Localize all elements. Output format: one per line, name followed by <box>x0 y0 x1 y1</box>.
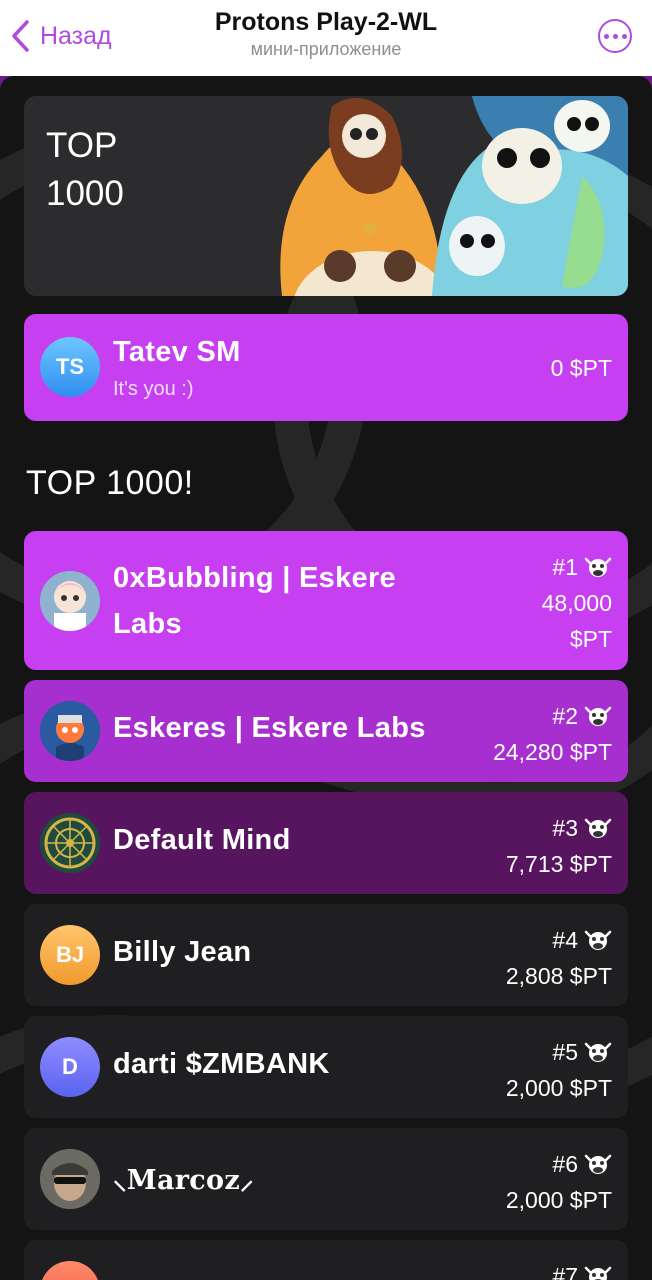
leader-rank: #6 <box>552 1151 578 1177</box>
leader-score: #1 48,000 $PT <box>542 549 612 657</box>
leader-rank: #1 <box>552 554 578 580</box>
leader-name: darti $ZMBANK <box>113 1048 330 1080</box>
my-rank-card[interactable]: TS Tatev SM It's you :) 0 $PT <box>24 314 628 421</box>
leader-name: Billy Jean <box>113 936 252 968</box>
leader-row[interactable]: ⸜𝐌𝐚𝐫𝐜𝐨𝐳⸝ #6 2,000 $PT <box>24 1128 628 1230</box>
leader-row[interactable]: BJ Billy Jean #4 2,808 $PT <box>24 904 628 1006</box>
avatar <box>40 1149 100 1209</box>
my-score: 0 $PT <box>550 355 612 381</box>
skull-artwork-image <box>252 96 628 296</box>
leader-score: #3 7,713 $PT <box>506 810 612 882</box>
avatar <box>40 571 100 631</box>
header-titles: Protons Play-2-WL мини-приложение <box>0 8 652 60</box>
leader-rank: #2 <box>552 703 578 729</box>
leader-name: Default Mind <box>113 824 291 856</box>
leader-name: 0xBubbling | Eskere Labs <box>113 562 396 640</box>
my-caption: It's you :) <box>113 378 194 400</box>
leader-row[interactable]: Eskeres | Eskere Labs #2 24,280 $PT <box>24 680 628 782</box>
app-title: Protons Play-2-WL <box>214 8 438 36</box>
avatar: TS <box>40 337 100 397</box>
leader-rank: #7 <box>552 1263 578 1280</box>
leader-rank: #5 <box>552 1039 578 1065</box>
my-name: Tatev SM <box>113 336 241 368</box>
banner-title: TOP 1000 <box>46 126 124 213</box>
leader-rank: #3 <box>552 815 578 841</box>
top-banner: TOP 1000 <box>24 96 628 296</box>
cow-icon <box>584 557 612 577</box>
avatar <box>40 813 100 873</box>
cow-icon <box>584 1042 612 1062</box>
leader-score: #2 24,280 $PT <box>493 698 612 770</box>
leader-score: #6 2,000 $PT <box>506 1146 612 1218</box>
leader-score: #7 <box>552 1258 612 1280</box>
more-button[interactable] <box>598 19 632 53</box>
cow-icon <box>584 706 612 726</box>
avatar <box>40 701 100 761</box>
leader-row[interactable]: D darti $ZMBANK #5 2,000 $PT <box>24 1016 628 1118</box>
avatar: D <box>40 1037 100 1097</box>
leader-name: ⸜𝐌𝐚𝐫𝐜𝐨𝐳⸝ <box>113 1165 254 1196</box>
avatar <box>40 1261 100 1280</box>
leader-row[interactable]: #7 <box>24 1240 628 1280</box>
avatar: BJ <box>40 925 100 985</box>
leader-row[interactable]: Default Mind #3 7,713 $PT <box>24 792 628 894</box>
leaderboard-screen[interactable]: TOP 1000 TS Tatev SM It's you:) 0 $PT T… <box>0 76 652 1280</box>
cow-icon <box>584 1154 612 1174</box>
leader-row[interactable]: 0xBubbling | Eskere Labs #1 48,000 $PT <box>24 531 628 670</box>
more-dots-icon <box>603 33 609 39</box>
cow-icon <box>584 930 612 950</box>
leader-name: Eskeres | Eskere Labs <box>113 712 426 744</box>
cow-icon <box>584 818 612 838</box>
mini-app-header: Назад Protons Play-2-WL мини-приложение <box>0 0 652 76</box>
app-subtitle: мини-приложение <box>250 39 402 59</box>
section-title: TOP 1000! <box>26 464 194 502</box>
leader-score: #5 2,000 $PT <box>506 1034 612 1106</box>
leader-rank: #4 <box>552 927 578 953</box>
leader-score: #4 2,808 $PT <box>506 922 612 994</box>
cow-icon <box>584 1266 612 1280</box>
